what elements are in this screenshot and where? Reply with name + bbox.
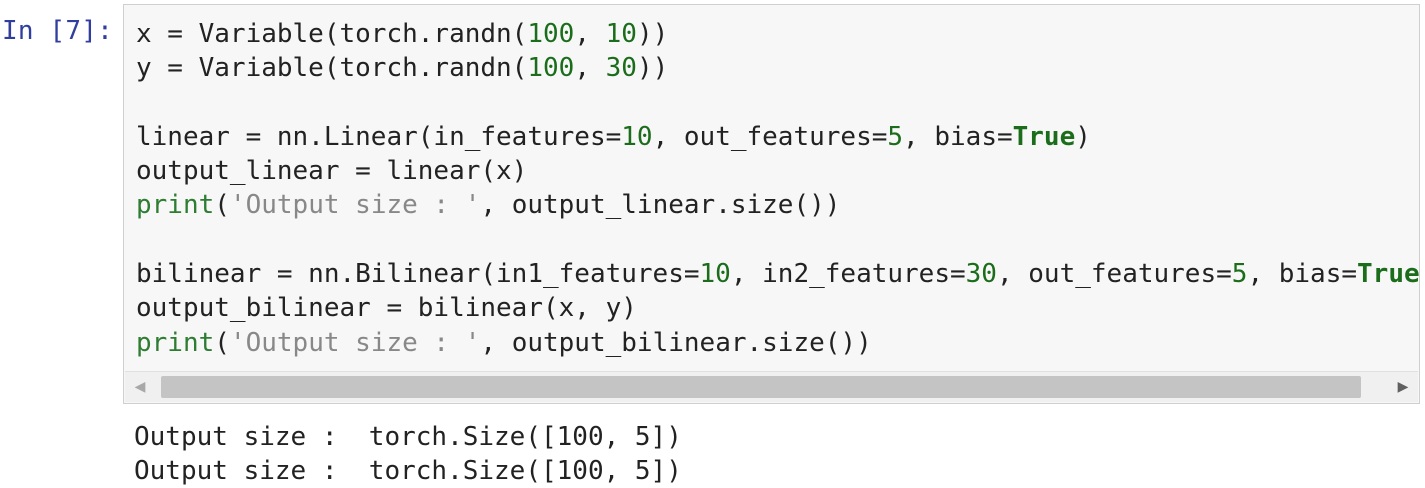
code-line: output_bilinear = bilinear(x, y) [136, 291, 1420, 325]
code-token: , bias= [1247, 259, 1357, 289]
output-line: Output size : torch.Size([100, 5]) [134, 420, 682, 454]
scroll-left-icon[interactable]: ◀ [125, 372, 155, 402]
code-line: output_linear = linear(x) [136, 154, 1420, 188]
code-cell[interactable]: x = Variable(torch.randn(100, 10))y = Va… [123, 4, 1420, 404]
code-token: output_bilinear = bilinear(x, y) [136, 293, 637, 323]
code-line: bilinear = nn.Bilinear(in1_features=10, … [136, 257, 1420, 291]
code-token: ) [1075, 122, 1091, 152]
code-token: 'Output size : ' [230, 190, 480, 220]
scrollbar-thumb[interactable] [161, 376, 1361, 398]
code-token: 30 [966, 259, 997, 289]
code-token: , output_bilinear.size()) [480, 328, 871, 358]
code-token: 5 [1232, 259, 1248, 289]
code-token: )) [637, 53, 668, 83]
code-token: print [136, 190, 214, 220]
code-line: y = Variable(torch.randn(100, 30)) [136, 51, 1420, 85]
cell-prompt: In [7]: [2, 14, 113, 48]
code-token: , output_linear.size()) [480, 190, 840, 220]
code-token: y = Variable(torch.randn( [136, 53, 527, 83]
horizontal-scrollbar[interactable]: ◀ ▶ [125, 371, 1418, 402]
code-line: print('Output size : ', output_linear.si… [136, 188, 1420, 222]
code-token: , [574, 19, 605, 49]
code-token: , out_features= [653, 122, 888, 152]
code-line: linear = nn.Linear(in_features=10, out_f… [136, 120, 1420, 154]
code-token: 10 [700, 259, 731, 289]
code-token: True [1357, 259, 1420, 289]
cell-output: Output size : torch.Size([100, 5])Output… [134, 420, 682, 488]
code-editor[interactable]: x = Variable(torch.randn(100, 10))y = Va… [136, 17, 1420, 360]
code-line: x = Variable(torch.randn(100, 10)) [136, 17, 1420, 51]
code-token: output_linear = linear(x) [136, 156, 527, 186]
code-token: 'Output size : ' [230, 328, 480, 358]
code-token: 5 [887, 122, 903, 152]
code-token: 10 [606, 19, 637, 49]
code-line: print('Output size : ', output_bilinear.… [136, 326, 1420, 360]
code-token: , bias= [903, 122, 1013, 152]
code-token: )) [637, 19, 668, 49]
code-token: 100 [527, 19, 574, 49]
code-token: , [574, 53, 605, 83]
code-token: True [1013, 122, 1076, 152]
scroll-right-icon[interactable]: ▶ [1388, 372, 1418, 402]
code-token: 10 [621, 122, 652, 152]
code-line [136, 223, 1420, 257]
code-line [136, 86, 1420, 120]
code-token: x = Variable(torch.randn( [136, 19, 527, 49]
code-token: , out_features= [997, 259, 1232, 289]
code-token: print [136, 328, 214, 358]
code-token: linear = nn.Linear(in_features= [136, 122, 621, 152]
output-line: Output size : torch.Size([100, 5]) [134, 454, 682, 488]
code-token: , in2_features= [731, 259, 966, 289]
code-token: 30 [606, 53, 637, 83]
code-token: 100 [527, 53, 574, 83]
code-token: ( [214, 328, 230, 358]
code-token: bilinear = nn.Bilinear(in1_features= [136, 259, 700, 289]
code-token: ( [214, 190, 230, 220]
